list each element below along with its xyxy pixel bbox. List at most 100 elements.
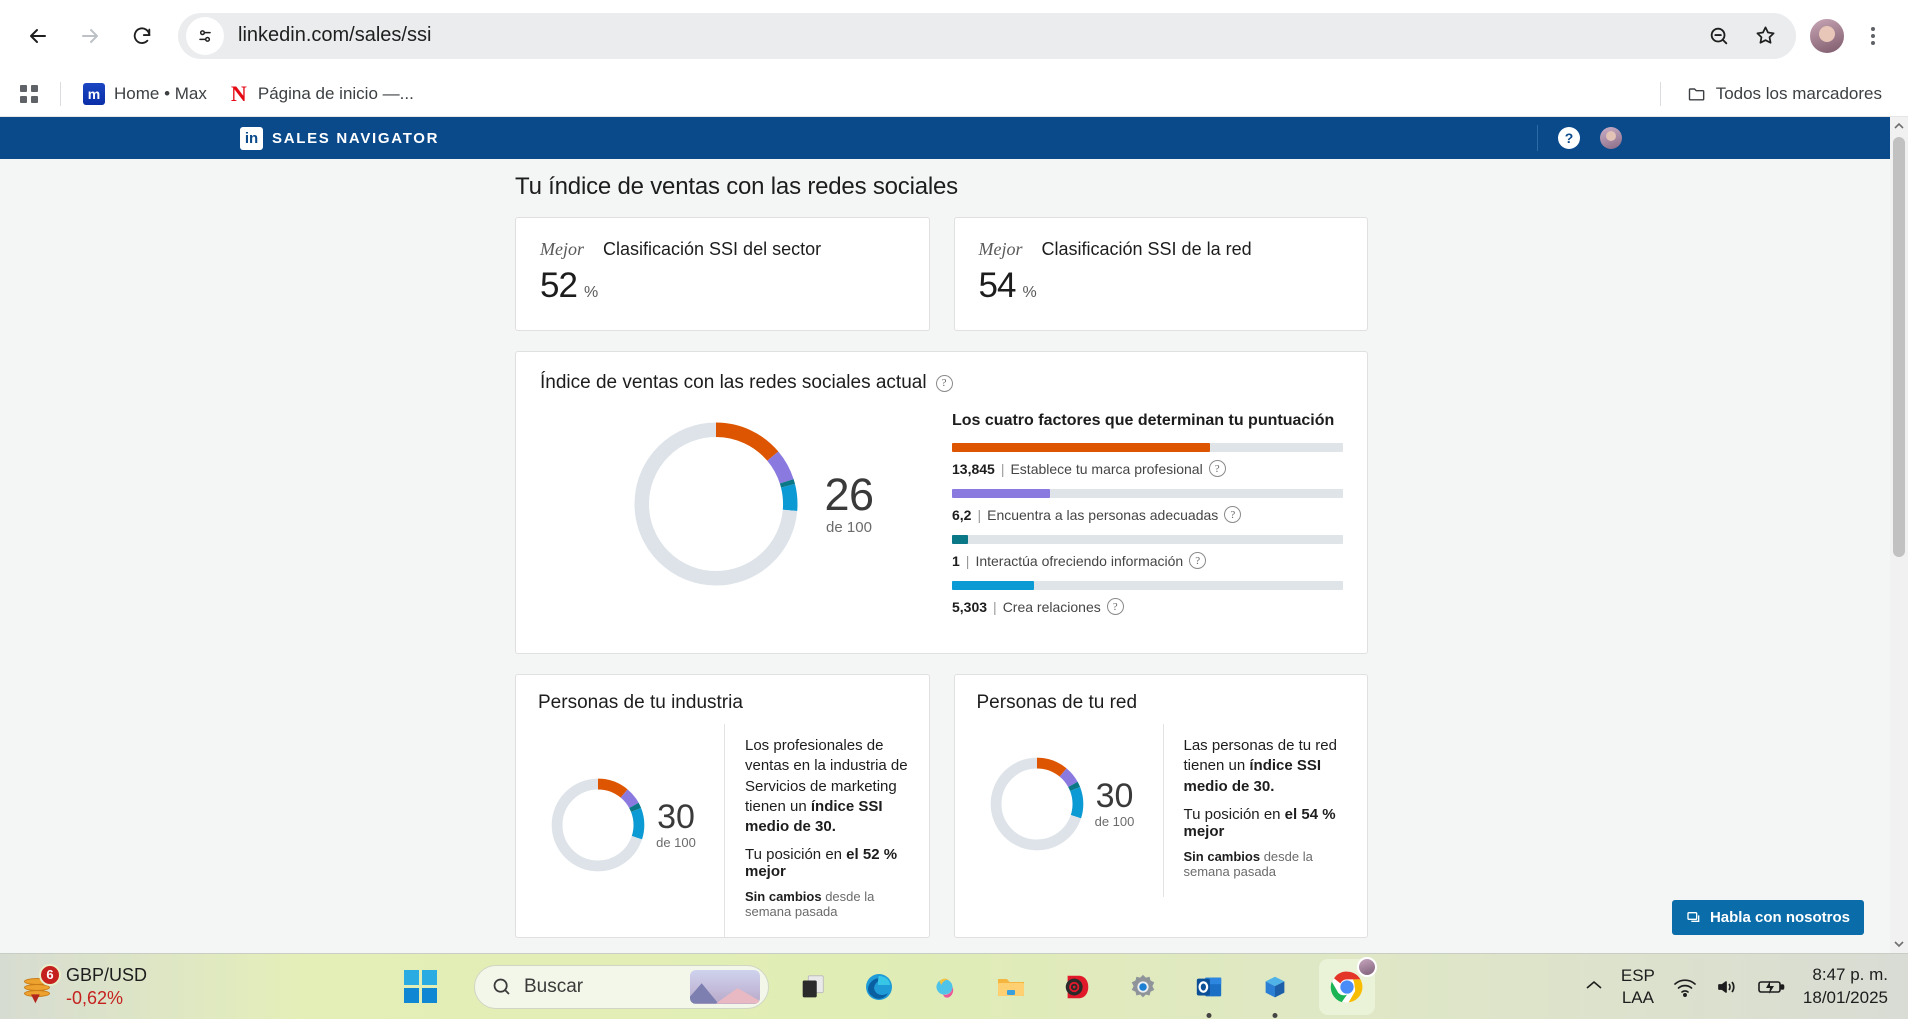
factor-bar-fill (952, 581, 1035, 590)
three-dot-menu-icon (1871, 26, 1875, 45)
google-chrome-button[interactable] (1319, 956, 1377, 1015)
divider (60, 81, 61, 106)
peer-text-block: Las personas de tu red tienen un índice … (1162, 724, 1368, 897)
windows-start-icon (403, 970, 437, 1003)
all-bookmarks-button[interactable]: Todos los marcadores (1679, 80, 1890, 108)
bookmark-item-netflix[interactable]: N Página de inicio —... (221, 78, 422, 110)
rank-value: 54 (978, 266, 1017, 305)
back-button[interactable] (14, 12, 62, 60)
file-explorer-button[interactable] (989, 965, 1033, 1009)
start-button[interactable] (398, 965, 442, 1009)
factor-label: Interactúa ofreciendo información (975, 552, 1184, 569)
help-question-icon[interactable]: ? (1189, 552, 1207, 569)
factor-row: 1 | Interactúa ofreciendo información ? (952, 535, 1343, 569)
wifi-button[interactable] (1673, 977, 1697, 997)
site-settings-icon (199, 29, 211, 42)
url-text: linkedin.com/sales/ssi (238, 24, 432, 46)
network-peers-card: Personas de tu red 30 de 100 Las persona… (953, 674, 1368, 939)
chrome-profile-button[interactable] (1806, 15, 1848, 57)
forward-button[interactable] (66, 12, 114, 60)
notification-badge: 6 (39, 963, 61, 986)
wifi-icon (1674, 978, 1696, 997)
peer-card-title: Personas de tu red (976, 692, 1138, 713)
volume-button[interactable] (1715, 977, 1739, 997)
clock[interactable]: 8:47 p. m. 18/01/2025 (1803, 964, 1888, 1008)
avatar (1808, 16, 1846, 55)
factor-bar-track (952, 443, 1343, 452)
microsoft-edge-icon (866, 973, 892, 1000)
peer-change-bold: Sin cambios (745, 889, 822, 905)
help-question-icon[interactable]: ? (1106, 598, 1124, 615)
factor-bar-fill (952, 489, 1050, 498)
language-line1: ESP (1620, 966, 1655, 986)
folder-icon (1688, 87, 1705, 101)
rank-title: Clasificación SSI del sector (603, 239, 822, 259)
copilot-icon (936, 978, 954, 998)
zoom-button[interactable] (1698, 15, 1740, 57)
factor-bar-track (952, 535, 1343, 544)
separator: | (1000, 460, 1005, 477)
current-ssi-card: Índice de ventas con las redes sociales … (515, 351, 1368, 654)
language-indicator[interactable]: ESP LAA (1621, 965, 1655, 1008)
arrow-down-icon: ▼ (28, 989, 43, 1007)
search-input[interactable]: Buscar (474, 964, 769, 1009)
search-icon (493, 978, 510, 995)
site-settings-button[interactable] (186, 16, 224, 55)
brand-label: SALES NAVIGATOR (272, 129, 440, 147)
copilot-button[interactable] (923, 965, 967, 1009)
help-question-icon[interactable]: ? (1224, 506, 1242, 523)
taskbar-widget-currency[interactable]: ▼ 6 GBP/USD -0,62% (0, 963, 390, 1009)
outlook-icon (1196, 977, 1222, 996)
address-bar[interactable]: linkedin.com/sales/ssi (178, 12, 1796, 59)
apps-shortcut-button[interactable] (12, 77, 46, 111)
vertical-scrollbar[interactable] (1890, 117, 1908, 953)
factor-label: Crea relaciones (1002, 598, 1101, 615)
help-question-icon[interactable]: ? (1208, 460, 1226, 477)
scrollbar-thumb[interactable] (1893, 137, 1905, 557)
linkedin-avatar-button[interactable] (1600, 127, 1622, 149)
peer-score: 30 (1095, 777, 1134, 816)
search-placeholder: Buscar (524, 975, 584, 997)
reload-button[interactable] (118, 12, 166, 60)
factors-title: Los cuatro factores que determinan tu pu… (952, 412, 1335, 429)
chat-with-us-button[interactable]: Habla con nosotros (1671, 900, 1864, 935)
microsoft-store-button[interactable] (1253, 965, 1297, 1009)
bookmark-label: Home • Max (114, 83, 207, 103)
bookmark-item-home-max[interactable]: m Home • Max (75, 79, 215, 109)
microsoft-edge-button[interactable] (857, 965, 901, 1009)
chrome-menu-button[interactable] (1852, 15, 1894, 57)
star-icon (1755, 26, 1775, 44)
peer-score: 30 (657, 797, 695, 836)
battery-charging-icon (1758, 980, 1785, 994)
coins-icon: ▼ 6 (22, 963, 61, 1007)
factor-bar-track (952, 581, 1343, 590)
task-view-button[interactable] (791, 965, 835, 1009)
rank-value: 52 (540, 266, 578, 305)
ssi-score: 26 (824, 469, 874, 520)
settings-button[interactable] (1121, 965, 1165, 1009)
peer-description: Los profesionales de ventas en la indust… (745, 736, 909, 837)
outlook-button[interactable] (1187, 965, 1231, 1009)
scroll-down-button[interactable] (1890, 935, 1908, 953)
help-button[interactable]: ? (1558, 127, 1580, 149)
scroll-up-button[interactable] (1890, 117, 1908, 135)
bookmark-button[interactable] (1744, 15, 1786, 57)
file-explorer-icon (998, 978, 1024, 996)
page-title: Tu índice de ventas con las redes social… (515, 173, 958, 200)
battery-button[interactable] (1757, 978, 1785, 996)
ssi-factors: Los cuatro factores que determinan tu pu… (952, 398, 1343, 627)
currency-pair-label: GBP/USD (66, 965, 148, 985)
divider (1659, 81, 1661, 106)
opera-gx-button[interactable] (1055, 965, 1099, 1009)
factor-row: 6,2 | Encuentra a las personas adecuadas… (952, 489, 1343, 523)
network-donut-chart: 30 de 100 (955, 724, 1163, 897)
bookmark-label: Página de inicio —... (257, 83, 414, 103)
all-bookmarks-label: Todos los marcadores (1715, 83, 1882, 103)
help-question-icon[interactable]: ? (935, 374, 953, 392)
factor-bar-fill (952, 535, 968, 544)
show-hidden-icons-button[interactable] (1585, 978, 1603, 996)
factor-value: 6,2 (952, 506, 972, 523)
sales-navigator-logo[interactable]: in SALES NAVIGATOR (240, 126, 440, 150)
donut-svg (551, 778, 645, 871)
peer-score-total: de 100 (1094, 814, 1135, 830)
